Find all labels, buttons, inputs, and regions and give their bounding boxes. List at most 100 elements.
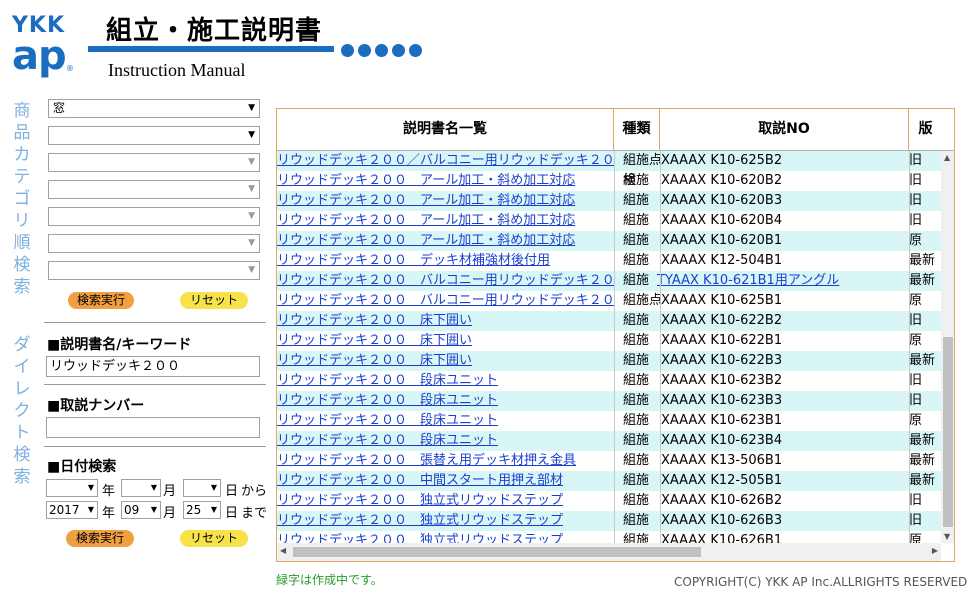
table-row[interactable]: 組施 XAAAX K10-622B1 原 リウッドデッキ２００ 床下囲い <box>277 331 941 351</box>
row-manual-link[interactable]: リウッドデッキ２００ 床下囲い <box>277 351 613 371</box>
row-manual-no: XAAAX K10-622B2 <box>661 313 783 328</box>
row-manual-link[interactable]: リウッドデッキ２００ 独立式リウッドステップ <box>277 511 613 531</box>
table-row[interactable]: 組施点検 XAAAX K10-625B2 旧リウッドデッキ２００／バルコニー用リウッ… <box>277 151 941 188</box>
manual-number-input[interactable] <box>46 417 260 438</box>
table-row[interactable]: 組施 XAAAX K13-506B1 最新 リウッドデッキ２００ 張替え用デッキ材押え… <box>277 451 941 471</box>
table-row[interactable]: 組施 XAAAX K10-623B3 旧 リウッドデッキ２００ 段床ユニット <box>277 391 941 411</box>
scroll-down-icon[interactable]: ▼ <box>944 532 950 541</box>
scroll-up-icon[interactable]: ▲ <box>944 153 950 162</box>
row-edition: 旧 <box>909 193 923 208</box>
horizontal-scroll-thumb[interactable] <box>293 547 701 557</box>
from-year-select[interactable]: ▼ <box>46 479 98 497</box>
category-select-3[interactable]: ▼ <box>48 153 260 172</box>
row-type: 組施 <box>623 533 650 543</box>
vertical-scrollbar[interactable]: ▲ ▼ <box>941 151 954 543</box>
row-manual-no: XAAAX K13-506B1 <box>661 453 783 468</box>
row-manual-link[interactable]: リウッドデッキ２００ 段床ユニット <box>277 411 613 431</box>
table-row[interactable]: 組施 XAAAX K10-623B2 旧 リウッドデッキ２００ 段床ユニット <box>277 371 941 391</box>
table-row[interactable]: 組施 XAAAX K10-620B2 旧 リウッドデッキ２００ アール加工・斜め加工対… <box>277 171 941 191</box>
date-search-button[interactable]: 検索実行 <box>66 530 134 547</box>
row-manual-link[interactable]: リウッドデッキ２００ 段床ユニット <box>277 431 613 451</box>
table-row[interactable]: 組施 XAAAX K10-620B4 旧 リウッドデッキ２００ アール加工・斜め加工対… <box>277 211 941 231</box>
row-manual-link[interactable]: リウッドデッキ２００ 段床ユニット <box>277 371 613 391</box>
table-row[interactable]: 組施 XAAAX K10-626B2 旧 リウッドデッキ２００ 独立式リウッドステップ <box>277 491 941 511</box>
table-row[interactable]: 組施 XAAAX K10-620B3 旧 リウッドデッキ２００ アール加工・斜め加工対… <box>277 191 941 211</box>
table-row[interactable]: 組施 XAAAX K10-626B1 原 リウッドデッキ２００ 独立式リウッドステップ <box>277 531 941 543</box>
logo-registered: ® <box>66 64 74 73</box>
row-type: 組施 <box>623 193 650 208</box>
category-select-1[interactable]: 窓 ▼ <box>48 99 260 118</box>
column-divider <box>660 151 661 543</box>
row-manual-no: XAAAX K10-620B1 <box>661 233 783 248</box>
category-select-7[interactable]: ▼ <box>48 261 260 280</box>
from-year-unit: 年 <box>102 484 116 499</box>
ykk-ap-logo[interactable]: YKK ap ® <box>12 14 76 80</box>
category-select-6[interactable]: ▼ <box>48 234 260 253</box>
row-manual-link[interactable]: リウッドデッキ２００ アール加工・斜め加工対応 <box>277 171 613 191</box>
row-manual-no: XAAAX K12-505B1 <box>661 473 783 488</box>
row-manual-link[interactable]: リウッドデッキ２００ バルコニー用リウッドデッキ２０ <box>277 271 615 291</box>
row-manual-link[interactable]: リウッドデッキ２００ 独立式リウッドステップ <box>277 531 613 543</box>
category-select-4[interactable]: ▼ <box>48 180 260 199</box>
row-manual-no: XAAAX K10-623B2 <box>661 373 783 388</box>
row-type: 組施 <box>623 433 650 448</box>
table-row[interactable]: 組施 XAAAX K10-622B3 最新 リウッドデッキ２００ 床下囲い <box>277 351 941 371</box>
to-day-select[interactable]: 25 ▼ <box>183 501 221 519</box>
row-manual-link[interactable]: リウッドデッキ２００ 段床ユニット <box>277 391 613 411</box>
category-reset-button[interactable]: リセット <box>180 292 248 309</box>
row-overflow-link[interactable]: TYAAX K10-621B1用アングル <box>657 271 907 291</box>
category-search-button[interactable]: 検索実行 <box>68 292 134 309</box>
row-edition: 旧 <box>909 373 923 388</box>
row-manual-link[interactable]: リウッドデッキ２００ 床下囲い <box>277 331 613 351</box>
table-row[interactable]: 組施 XAAAX K12-505B1 最新 リウッドデッキ２００ 中間スタート用押え部… <box>277 471 941 491</box>
from-day-select[interactable]: ▼ <box>183 479 221 497</box>
table-row[interactable]: 組施 最新 リウッドデッキ２００ バルコニー用リウッドデッキ２０ TYAAX K10-… <box>277 271 941 291</box>
vertical-scroll-thumb[interactable] <box>943 337 953 527</box>
header-manual-no: 取説NO <box>660 109 909 150</box>
row-type: 組施 <box>623 393 650 408</box>
from-month-select[interactable]: ▼ <box>121 479 161 497</box>
row-manual-link[interactable]: リウッドデッキ２００ アール加工・斜め加工対応 <box>277 231 613 251</box>
category-select-5[interactable]: ▼ <box>48 207 260 226</box>
horizontal-scrollbar[interactable]: ◀ ▶ <box>277 543 941 561</box>
row-manual-no: XAAAX K10-623B3 <box>661 393 783 408</box>
table-row[interactable]: 組施点検XAAAX K10-625B1原リウッドデッキ２００ バルコニー用リウッ… <box>277 291 941 328</box>
row-type: 組施 <box>623 333 650 348</box>
row-manual-link[interactable]: リウッドデッキ２００ 独立式リウッドステップ <box>277 491 613 511</box>
to-month-unit: 月 <box>163 506 177 521</box>
row-edition: 旧 <box>909 213 923 228</box>
row-manual-link[interactable]: リウッドデッキ２００ デッキ材補強材後付用 <box>277 251 613 271</box>
to-month-select[interactable]: 09 ▼ <box>121 501 161 519</box>
row-manual-link[interactable]: リウッドデッキ２００ 床下囲い <box>277 311 613 331</box>
table-row[interactable]: 組施 XAAAX K10-622B2 旧 リウッドデッキ２００ 床下囲い <box>277 311 941 331</box>
table-row[interactable]: 組施 XAAAX K10-626B3 旧 リウッドデッキ２００ 独立式リウッドステップ <box>277 511 941 531</box>
row-manual-no: XAAAX K10-622B3 <box>661 353 783 368</box>
title-underline <box>88 46 334 52</box>
divider <box>44 446 266 447</box>
scroll-left-icon[interactable]: ◀ <box>280 546 286 555</box>
table-row[interactable]: 組施 XAAAX K10-623B4 最新 リウッドデッキ２００ 段床ユニット <box>277 431 941 451</box>
row-manual-link[interactable]: リウッドデッキ２００ アール加工・斜め加工対応 <box>277 211 613 231</box>
row-manual-link[interactable]: リウッドデッキ２００ アール加工・斜め加工対応 <box>277 191 613 211</box>
category-select-2[interactable]: ▼ <box>48 126 260 145</box>
row-edition: 最新 <box>909 353 936 368</box>
row-manual-link[interactable]: リウッドデッキ２００ バルコニー用リウッドデッキ２０ <box>277 291 615 311</box>
to-year-select[interactable]: 2017 ▼ <box>46 501 98 519</box>
scroll-right-icon[interactable]: ▶ <box>932 546 938 555</box>
table-row[interactable]: 組施 XAAAX K10-623B1 原 リウッドデッキ２００ 段床ユニット <box>277 411 941 431</box>
date-search-heading: ■日付検索 <box>47 459 117 475</box>
row-edition: 最新 <box>909 273 936 288</box>
row-edition: 最新 <box>909 253 936 268</box>
table-body[interactable]: 組施点検 XAAAX K10-625B2 旧リウッドデッキ２００／バルコニー用リウッ… <box>277 151 941 543</box>
to-year-unit: 年 <box>102 506 116 521</box>
table-row[interactable]: 組施 XAAAX K10-620B1 原 リウッドデッキ２００ アール加工・斜め加工対… <box>277 231 941 251</box>
row-manual-link[interactable]: リウッドデッキ２００ 中間スタート用押え部材 <box>277 471 613 491</box>
date-reset-button[interactable]: リセット <box>180 530 248 547</box>
row-edition: 原 <box>909 293 923 308</box>
row-manual-link[interactable]: リウッドデッキ２００／バルコニー用リウッドデッキ２０ <box>277 151 615 171</box>
header-manual-name: 説明書名一覧 <box>277 109 614 150</box>
from-label: から <box>241 484 268 499</box>
row-manual-link[interactable]: リウッドデッキ２００ 張替え用デッキ材押え金具 <box>277 451 613 471</box>
table-row[interactable]: 組施 XAAAX K12-504B1 最新 リウッドデッキ２００ デッキ材補強材後付用 <box>277 251 941 271</box>
keyword-input[interactable]: リウッドデッキ２００ <box>46 356 260 377</box>
